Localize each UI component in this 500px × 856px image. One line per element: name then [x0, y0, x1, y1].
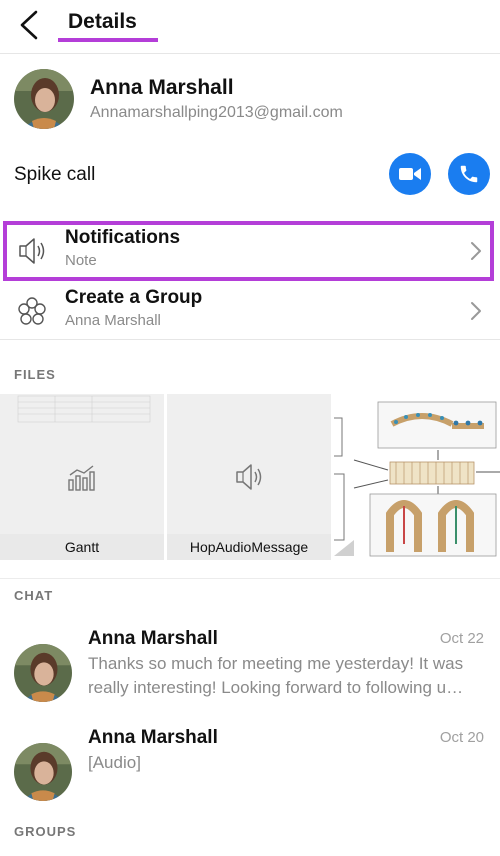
video-call-button[interactable]: [389, 153, 431, 195]
group-icon: [18, 297, 46, 325]
files-section-label: FILES: [14, 367, 56, 382]
file-label: Gantt: [0, 534, 164, 560]
groups-section-label: GROUPS: [14, 824, 77, 839]
chat-item[interactable]: Anna Marshall Oct 20 [Audio]: [0, 727, 500, 827]
chart-icon: [68, 465, 95, 491]
chat-message-preview: Thanks so much for meeting me yesterday!…: [88, 654, 464, 697]
spike-call-label: Spike call: [14, 164, 96, 185]
create-group-title: Create a Group: [65, 287, 203, 308]
chat-item[interactable]: Anna Marshall Oct 22 Thanks so much for …: [0, 628, 500, 728]
chat-section-label: CHAT: [14, 588, 54, 603]
spike-call-row: Spike call: [0, 144, 500, 208]
gantt-thumbnail: [17, 395, 151, 423]
page-title: Details: [68, 10, 137, 33]
chat-message-preview: [Audio]: [88, 753, 141, 772]
chat-sender-name: Anna Marshall: [88, 628, 218, 649]
profile-name: Anna Marshall: [90, 76, 234, 99]
speaker-icon: [236, 464, 262, 490]
file-gantt[interactable]: Gantt: [0, 394, 164, 560]
file-image-thumbnail[interactable]: [334, 394, 500, 560]
create-group-row[interactable]: Create a Group Anna Marshall: [0, 282, 500, 340]
phone-icon: [460, 165, 478, 183]
file-hopaudiomessage[interactable]: HopAudioMessage: [167, 394, 331, 560]
voice-call-button[interactable]: [448, 153, 490, 195]
avatar: [14, 69, 74, 129]
profile-card[interactable]: Anna Marshall Annamarshallping2013@gmail…: [0, 54, 500, 144]
notifications-highlight: [3, 221, 494, 281]
chat-date: Oct 22: [439, 630, 484, 647]
chevron-right-icon: [471, 302, 481, 320]
avatar: [14, 743, 72, 801]
create-group-subtitle: Anna Marshall: [65, 312, 161, 329]
membrane-diagram-image: [334, 394, 500, 560]
chat-date: Oct 20: [439, 729, 484, 746]
avatar: [14, 644, 72, 702]
header: Details: [0, 0, 500, 54]
file-label: HopAudioMessage: [167, 534, 331, 560]
video-camera-icon: [399, 168, 421, 180]
back-arrow-icon[interactable]: [16, 8, 46, 42]
profile-email: Annamarshallping2013@gmail.com: [90, 104, 343, 121]
title-highlight: [58, 38, 158, 42]
chat-sender-name: Anna Marshall: [88, 727, 218, 748]
divider: [0, 578, 500, 579]
